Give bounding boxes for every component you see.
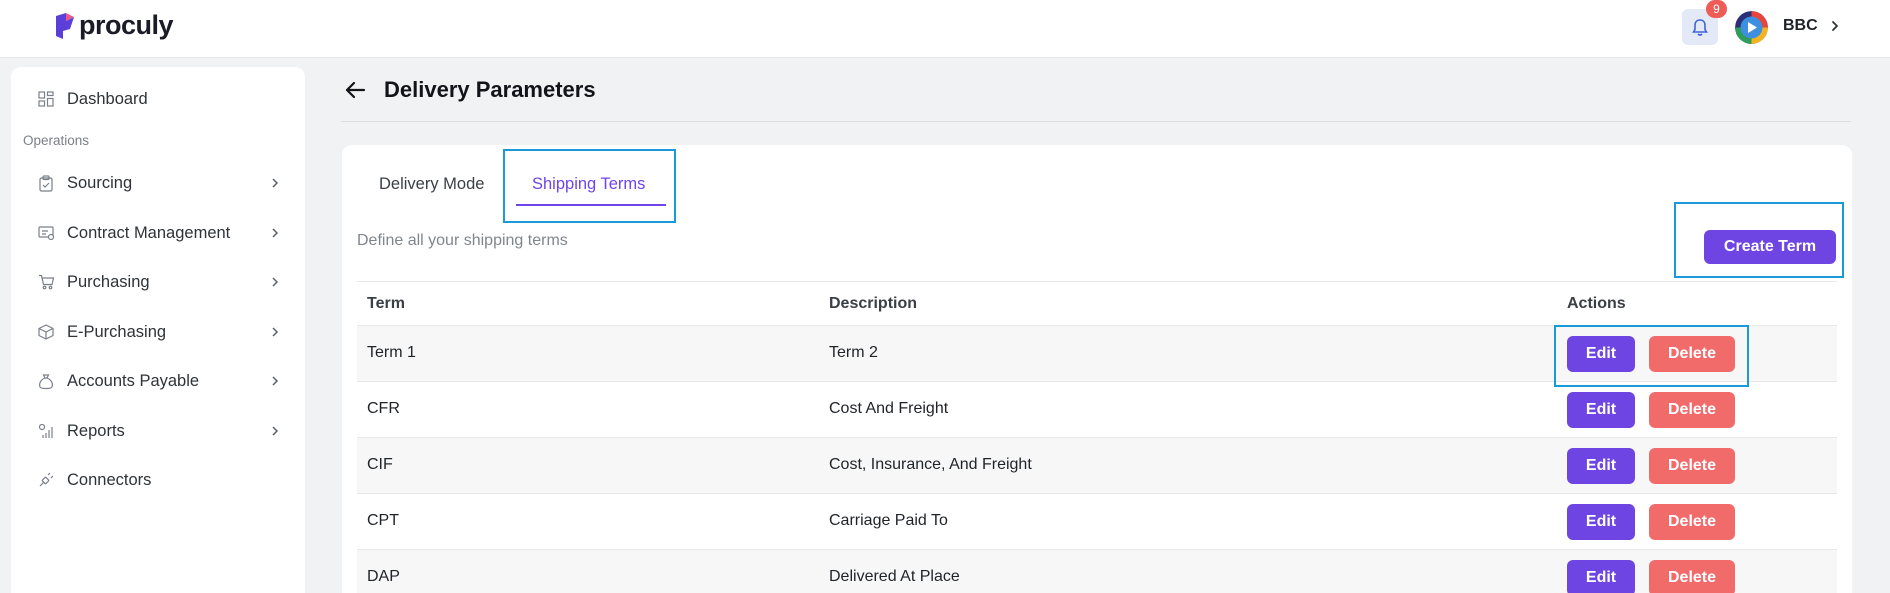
delete-button[interactable]: Delete	[1649, 504, 1735, 540]
sidebar-item-accounts-payable[interactable]: Accounts Payable	[11, 361, 305, 401]
avatar-icon	[1735, 11, 1768, 44]
chevron-right-icon[interactable]	[1828, 18, 1842, 34]
header-description: Description	[829, 295, 918, 312]
sidebar-item-purchasing[interactable]: Purchasing	[11, 262, 305, 302]
header-actions: Actions	[1567, 295, 1626, 312]
sidebar-item-label: Contract Management	[67, 223, 231, 242]
money-bag-icon	[37, 372, 55, 390]
clipboard-icon	[37, 174, 55, 192]
sidebar-item-label: Reports	[67, 421, 125, 440]
reports-icon	[37, 422, 55, 440]
cell-description: Carriage Paid To	[829, 512, 948, 529]
chevron-right-icon	[272, 426, 279, 436]
top-bar: proculy 9 BBC	[0, 0, 1890, 58]
org-avatar[interactable]	[1735, 11, 1768, 44]
section-label-operations: Operations	[23, 133, 90, 148]
edit-button[interactable]: Edit	[1567, 448, 1635, 484]
cell-term: CPT	[367, 512, 399, 529]
chevron-right-icon	[272, 178, 279, 188]
highlight-box-tab	[503, 149, 676, 223]
edit-button[interactable]: Edit	[1567, 560, 1635, 593]
cart-icon	[37, 273, 55, 291]
cell-description: Term 2	[829, 344, 878, 361]
contract-icon	[37, 224, 55, 242]
org-name[interactable]: BBC	[1783, 17, 1818, 35]
cell-term: CFR	[367, 400, 400, 417]
sidebar-item-dashboard[interactable]: Dashboard	[11, 79, 305, 119]
cell-term: DAP	[367, 568, 400, 585]
app-logo[interactable]: proculy	[54, 10, 174, 41]
cell-term: CIF	[367, 456, 393, 473]
edit-button[interactable]: Edit	[1567, 392, 1635, 428]
edit-button[interactable]: Edit	[1567, 504, 1635, 540]
logo-icon	[56, 12, 74, 39]
sidebar-item-e-purchasing[interactable]: E-Purchasing	[11, 312, 305, 352]
sidebar-item-label: Purchasing	[67, 272, 150, 291]
sidebar-item-label: Dashboard	[67, 89, 148, 108]
sidebar-item-label: Sourcing	[67, 173, 133, 192]
sidebar-item-connectors[interactable]: Connectors	[11, 460, 305, 500]
sidebar-item-reports[interactable]: Reports	[11, 411, 305, 451]
table-row: CPT Carriage Paid To Edit Delete	[357, 494, 1837, 550]
plug-icon	[37, 471, 55, 489]
cell-description: Cost, Insurance, And Freight	[829, 456, 1032, 473]
table-row: DAP Delivered At Place Edit Delete	[357, 550, 1837, 593]
cell-description: Cost And Freight	[829, 400, 949, 417]
highlight-box-create	[1674, 202, 1844, 278]
sidebar-item-label: Accounts Payable	[67, 371, 200, 390]
sidebar-item-label: Connectors	[67, 470, 152, 489]
chevron-right-icon	[272, 376, 279, 386]
sidebar-item-sourcing[interactable]: Sourcing	[11, 163, 305, 203]
dashboard-icon	[37, 90, 55, 108]
logo-text: proculy	[79, 10, 174, 40]
chevron-right-icon	[272, 277, 279, 287]
header-term: Term	[367, 295, 405, 312]
table-row: CIF Cost, Insurance, And Freight Edit De…	[357, 438, 1837, 494]
chevron-right-icon	[272, 228, 279, 238]
notification-badge: 9	[1706, 0, 1727, 18]
chevron-right-icon	[272, 327, 279, 337]
delete-button[interactable]: Delete	[1649, 392, 1735, 428]
delete-button[interactable]: Delete	[1649, 560, 1735, 593]
highlight-box-actions	[1554, 325, 1749, 387]
page-subtitle: Define all your shipping terms	[357, 232, 568, 249]
box-icon	[37, 323, 55, 341]
bell-icon	[1692, 18, 1708, 36]
sidebar-item-label: E-Purchasing	[67, 322, 167, 341]
sidebar-item-contract-management[interactable]: Contract Management	[11, 213, 305, 253]
page-title: Delivery Parameters	[384, 77, 596, 102]
delete-button[interactable]: Delete	[1649, 448, 1735, 484]
sidebar: Dashboard Operations Sourcing Contract M…	[11, 67, 305, 593]
cell-term: Term 1	[367, 344, 416, 361]
tab-delivery-mode[interactable]: Delivery Mode	[379, 175, 484, 194]
table-header: Term Description Actions	[357, 281, 1837, 326]
cell-description: Delivered At Place	[829, 568, 960, 585]
back-arrow-icon[interactable]	[343, 79, 367, 101]
table-row: CFR Cost And Freight Edit Delete	[357, 382, 1837, 438]
title-divider	[341, 121, 1851, 122]
content-card: Delivery Mode Shipping Terms Define all …	[342, 145, 1852, 593]
